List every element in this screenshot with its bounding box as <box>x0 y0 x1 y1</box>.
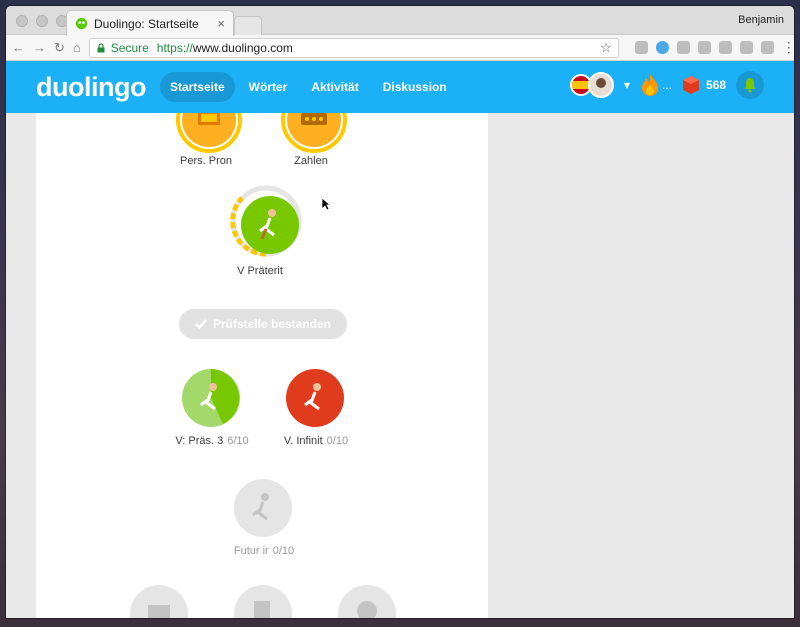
duolingo-favicon-icon <box>75 17 88 30</box>
reload-icon[interactable]: ↻ <box>54 40 65 56</box>
browser-tab[interactable]: Duolingo: Startseite × <box>66 10 234 36</box>
browser-toolbar: ← → ↻ ⌂ Secure https:// www.duolingo.com… <box>6 35 794 61</box>
skill-locked[interactable] <box>130 585 188 618</box>
main-nav: Startseite Wörter Aktivität Diskussion <box>159 72 457 102</box>
skill-name: V. Infinit <box>283 435 323 447</box>
extension-icon[interactable] <box>676 41 690 54</box>
lingot-gem-icon[interactable] <box>682 75 700 95</box>
gem-count: 568 <box>705 78 726 92</box>
checkpoint-label: Prüfstelle bestanden <box>212 317 332 331</box>
chevron-down-icon[interactable]: ▾ <box>624 78 630 92</box>
skill-progress: 0/10 <box>326 435 349 447</box>
extension-icon[interactable] <box>739 41 753 54</box>
nav-startseite[interactable]: Startseite <box>159 72 235 102</box>
lock-icon <box>97 42 105 52</box>
url-protocol: https:// <box>156 40 193 55</box>
browser-menu-icon[interactable]: ⋮ <box>782 39 794 56</box>
streak-flame-icon[interactable] <box>640 73 660 97</box>
skill-label-futur-ir: Futur ir 0/10 <box>174 545 354 557</box>
forward-arrow-icon[interactable]: → <box>33 40 46 56</box>
skill-gold-circle-icon <box>176 113 242 153</box>
extension-icon[interactable] <box>718 41 732 54</box>
content-area: Pers. Pron Zahlen V Präterit Prüfstelle … <box>6 113 794 618</box>
streak-count: ... <box>661 78 672 92</box>
checkmark-icon <box>195 319 207 329</box>
skill-v-infinit[interactable]: V. Infinit 0/10 <box>284 369 348 447</box>
close-window-button[interactable] <box>16 15 28 27</box>
duolingo-header: duolingo Startseite Wörter Aktivität Dis… <box>6 61 794 113</box>
skill-green-circle-icon <box>230 185 302 257</box>
skill-label-v-infinit: V. Infinit 0/10 <box>226 435 406 447</box>
avatar[interactable] <box>587 72 614 98</box>
bell-icon <box>744 78 756 93</box>
skill-name: V: Präs. 3 <box>175 435 224 447</box>
skill-tree-panel: Pers. Pron Zahlen V Präterit Prüfstelle … <box>36 113 488 618</box>
extension-icon[interactable] <box>655 41 669 54</box>
window-controls <box>16 15 68 27</box>
skill-locked-circle-icon <box>130 585 188 618</box>
extension-icons <box>634 41 774 54</box>
tab-title: Duolingo: Startseite <box>94 16 199 31</box>
skill-label-v-praterit: V Präterit <box>237 265 283 277</box>
url-host: www.duolingo.com <box>192 40 293 55</box>
skill-zahlen[interactable]: Zahlen <box>281 113 347 167</box>
skill-red-circle-icon <box>286 369 344 427</box>
skill-pers-pron[interactable]: Pers. Pron <box>176 113 242 167</box>
skill-futur-ir[interactable]: Futur ir 0/10 <box>234 479 294 557</box>
tab-close-icon[interactable]: × <box>217 16 225 31</box>
header-right: ▾ ... 568 <box>569 71 764 99</box>
extension-icon[interactable] <box>634 41 648 54</box>
skill-locked[interactable] <box>338 585 396 618</box>
skill-locked-circle-icon <box>234 479 292 537</box>
skill-name: Futur ir <box>233 545 269 557</box>
extension-icon[interactable] <box>760 41 774 54</box>
skill-progress: 0/10 <box>272 545 295 557</box>
skill-v-pras3[interactable]: V: Präs. 3 6/10 <box>175 369 249 447</box>
minimize-window-button[interactable] <box>36 15 48 27</box>
back-arrow-icon[interactable]: ← <box>12 40 25 56</box>
skill-locked-circle-icon <box>338 585 396 618</box>
tab-strip: Duolingo: Startseite × Benjamin <box>6 6 794 36</box>
mouse-cursor-icon <box>321 197 331 211</box>
skill-locked-circle-icon <box>234 585 292 618</box>
browser-window: Duolingo: Startseite × Benjamin ← → ↻ ⌂ … <box>6 6 794 618</box>
secure-label: Secure <box>110 40 149 55</box>
duolingo-logo[interactable]: duolingo <box>36 72 146 103</box>
address-bar[interactable]: Secure https:// www.duolingo.com ☆ <box>88 37 619 58</box>
checkpoint-button[interactable]: Prüfstelle bestanden <box>179 309 347 339</box>
skill-label-zahlen: Zahlen <box>294 155 328 167</box>
skill-v-praterit[interactable]: V Präterit <box>230 185 302 277</box>
extension-icon[interactable] <box>697 41 711 54</box>
nav-woerter[interactable]: Wörter <box>239 72 298 102</box>
new-tab-button[interactable] <box>234 16 262 35</box>
skill-green-partial-icon <box>182 369 240 427</box>
nav-aktivitaet[interactable]: Aktivität <box>301 72 368 102</box>
skill-gold-circle-icon <box>281 113 347 153</box>
skill-locked[interactable] <box>234 585 292 618</box>
notifications-button[interactable] <box>736 71 764 99</box>
home-icon[interactable]: ⌂ <box>73 40 81 56</box>
browser-profile-name[interactable]: Benjamin <box>738 14 784 26</box>
nav-diskussion[interactable]: Diskussion <box>373 72 457 102</box>
bookmark-star-icon[interactable]: ☆ <box>600 40 612 56</box>
